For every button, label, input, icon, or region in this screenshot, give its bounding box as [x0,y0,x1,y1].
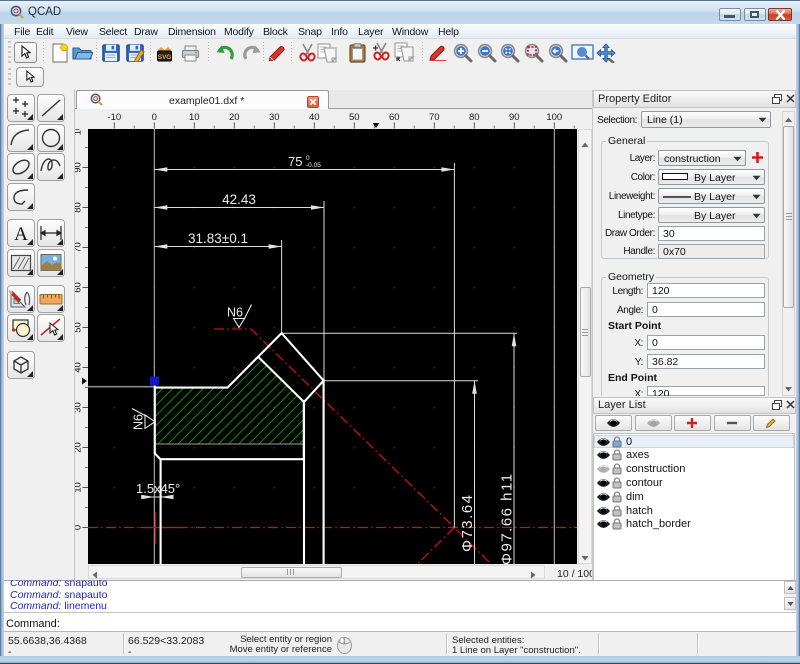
svg-text:75: 75 [288,154,302,169]
svg-text:30: 30 [75,402,84,413]
svg-text:10: 10 [75,482,84,493]
svg-text:70: 70 [429,112,440,123]
svg-text:60: 60 [75,282,84,293]
svg-text:Φ97.66 h11: Φ97.66 h11 [499,472,516,564]
svg-text:60: 60 [389,112,400,123]
svg-text:40: 40 [309,112,320,123]
svg-text:80: 80 [75,202,84,213]
svg-text:20: 20 [75,442,84,453]
svg-text:31.83±0.1: 31.83±0.1 [188,231,248,246]
svg-text:10: 10 [189,112,200,123]
svg-text:0: 0 [306,155,310,162]
svg-text:80: 80 [469,112,480,123]
svg-text:90: 90 [75,162,84,173]
svg-text:100: 100 [75,129,84,135]
svg-text:A: A [14,224,28,245]
svg-text:1.5x45°: 1.5x45° [136,481,180,496]
svg-text:20: 20 [229,112,240,123]
svg-text:40: 40 [75,362,84,373]
svg-text:0: 0 [152,112,157,123]
svg-text:-10: -10 [107,112,121,123]
svg-text:Φ73.64: Φ73.64 [459,493,476,552]
svg-text:50: 50 [75,322,84,333]
svg-text:0: 0 [75,525,84,530]
svg-text:-0.05: -0.05 [306,162,321,169]
svg-text:30: 30 [269,112,280,123]
svg-text:50: 50 [349,112,360,123]
svg-text:70: 70 [75,242,84,253]
svg-text:N6: N6 [227,306,243,320]
svg-text:N6: N6 [132,414,146,430]
svg-text:SVG: SVG [158,54,172,61]
svg-text:42.43: 42.43 [222,192,256,207]
